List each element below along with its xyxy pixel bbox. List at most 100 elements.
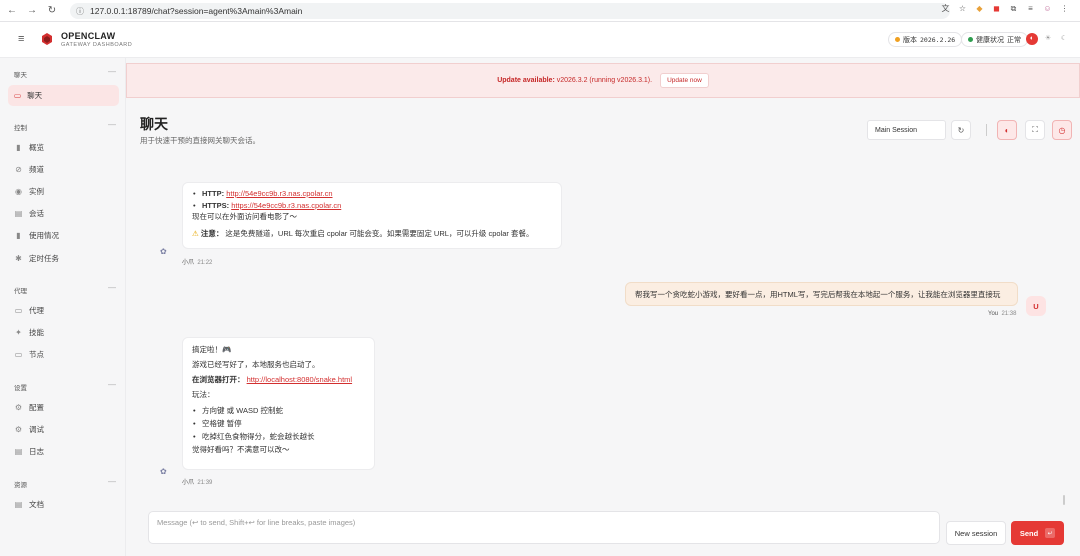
sidebar-item-cron[interactable]: ✱ 定时任务 [14,251,59,265]
translate-icon[interactable]: 文 [940,3,951,14]
address-bar[interactable]: ⓘ 127.0.0.1:18789/chat?session=agent%3Am… [70,3,950,19]
log-file-icon: ▤ [14,446,23,456]
monitor-icon: ▭ [14,349,23,359]
game-link[interactable]: http://localhost:8080/snake.html [247,375,352,384]
send-button[interactable]: Send ↵ [1011,521,1064,545]
health-label: 健康状况 [976,36,1004,44]
sidebar-item-usage[interactable]: ▮ 使用情况 [14,228,59,242]
sidebar-item-label: 调试 [29,424,44,434]
sidebar-item-overview[interactable]: ▮ 概览 [14,140,44,154]
focus-mode-button[interactable]: ⛶ [1025,120,1045,140]
system-theme-icon[interactable]: ◐ [1026,33,1038,45]
link-icon: ⊘ [15,164,22,174]
radio-signal-icon: ◉ [15,186,22,196]
version-dot-icon [895,37,900,42]
list-item: HTTP: http://54e9cc9b.r3.nas.cpolar.cn [192,188,552,200]
message-input[interactable]: Message (↩ to send, Shift+↩ for line bre… [148,511,940,544]
sidebar-section-settings: 设置 [14,385,27,392]
openclaw-logo-icon [42,33,52,45]
send-label: Send [1019,528,1039,538]
collapse-control-icon[interactable]: — [108,120,116,129]
extension-orange-icon[interactable]: ◆ [974,3,985,14]
refresh-icon: ↻ [957,125,965,135]
sidebar-item-label: 定时任务 [29,253,59,263]
brain-icon: ◐ [1004,125,1010,135]
bookmark-star-icon[interactable]: ☆ [957,3,968,14]
version-label: 版本 [903,36,917,44]
message-line: 搞定啦！🎮 [192,345,232,354]
focus-frame-icon: ⛶ [1032,125,1038,134]
sidebar-item-docs[interactable]: ▤ 文档 [14,497,44,511]
site-info-icon[interactable]: ⓘ [76,6,84,17]
sidebar-item-sessions[interactable]: ▤ 会话 [14,206,44,220]
app-header: ≡ OPENCLAW GATEWAY DASHBOARD 版本 2026.2.2… [0,22,1080,58]
history-button[interactable]: ◷ [1052,120,1072,140]
message-line: 游戏已经写好了，本地服务也启动了。 [192,360,320,370]
sidebar-item-channels[interactable]: ⊘ 频道 [14,162,44,176]
brand-title: OPENCLAW [61,31,116,41]
dark-theme-icon[interactable]: ☾ [1058,33,1070,45]
url-text: 127.0.0.1:18789/chat?session=agent%3Amai… [90,6,303,16]
forward-arrow-icon[interactable]: → [24,3,40,19]
sidebar-section-control: 控制 [14,125,27,132]
sidebar-item-label: 频道 [29,164,44,174]
list-item: 吃掉红色食物得分，蛇会越长越长 [192,430,365,443]
browser-menu-icon[interactable]: ⋮ [1059,3,1070,14]
usage-chart-icon: ▮ [16,230,21,240]
sidebar-item-label: 概览 [29,142,44,152]
reload-icon[interactable]: ↻ [44,3,60,19]
sidebar-section-chat: 聊天 [14,72,27,79]
message-meta: 小爪 21:39 [182,480,213,486]
back-arrow-icon[interactable]: ← [4,3,20,19]
extensions-icon[interactable]: ⧉ [1008,3,1019,14]
hamburger-menu-icon[interactable]: ≡ [18,34,28,45]
profile-avatar-icon[interactable]: ☺ [1042,3,1053,14]
http-link[interactable]: http://54e9cc9b.r3.nas.cpolar.cn [226,189,332,198]
sidebar-item-label: 使用情况 [29,230,59,240]
light-theme-icon[interactable]: ☀ [1042,33,1054,45]
assistant-message: HTTP: http://54e9cc9b.r3.nas.cpolar.cn H… [182,182,562,249]
toolbar-divider [986,124,987,136]
collapse-chat-icon[interactable]: — [108,67,116,76]
sidebar-item-nodes[interactable]: ▭ 节点 [14,347,44,361]
chat-bubble-icon: ▭ [14,91,22,100]
sidebar-section-agents: 代理 [14,288,27,295]
document-icon: ▤ [14,208,23,218]
loader-icon: ✱ [15,253,22,263]
sidebar-item-config[interactable]: ⚙ 配置 [14,400,44,414]
collapse-resources-icon[interactable]: — [108,477,116,486]
sidebar-item-instances[interactable]: ◉ 实例 [14,184,44,198]
new-session-button[interactable]: New session [946,521,1006,545]
page-title: 聊天 [140,116,168,132]
sidebar-item-label: 会话 [29,208,44,218]
sidebar-item-debug[interactable]: ⚙ 调试 [14,422,44,436]
sidebar-section-resources: 资源 [14,482,27,489]
update-now-button[interactable]: Update now [660,73,709,88]
refresh-button[interactable]: ↻ [951,120,971,140]
sidebar-item-logs[interactable]: ▤ 日志 [14,444,44,458]
extension-red-icon[interactable]: ◼ [991,3,1002,14]
controls-list: 方向键 或 WASD 控制蛇 空格键 暂停 吃掉红色食物得分，蛇会越长越长 [192,404,365,444]
thinking-toggle-button[interactable]: ◐ [997,120,1017,140]
collapse-agents-icon[interactable]: — [108,283,116,292]
sidebar-item-label: 代理 [29,305,44,315]
list-item: 方向键 或 WASD 控制蛇 [192,404,365,417]
health-pill: 健康状况 正常 [961,32,1028,47]
bug-gear-icon: ⚙ [14,424,23,434]
sidebar-item-chat[interactable]: ▭ 聊天 [8,85,119,106]
user-message-text: 帮我写一个贪吃蛇小游戏，要好看一点，用HTML写，写完后帮我在本地起一个服务，让… [635,289,1001,299]
reading-list-icon[interactable]: ≡ [1025,3,1036,14]
sidebar-item-skills[interactable]: ✦ 技能 [14,325,44,339]
warning-icon: ⚠ [192,228,199,238]
list-item: HTTPS: https://54e9cc9b.r3.nas.cpolar.cn [192,200,552,212]
health-dot-icon [968,37,973,42]
lightning-icon: ✦ [15,327,22,337]
update-message: Update available: v2026.3.2 (running v20… [497,77,653,84]
brand-subtitle: GATEWAY DASHBOARD [61,42,133,48]
chat-scrollbar[interactable] [1063,495,1065,505]
message-meta: 小爪 21:22 [182,260,213,266]
sidebar-item-agents[interactable]: ▭ 代理 [14,303,44,317]
collapse-settings-icon[interactable]: — [108,380,116,389]
session-select[interactable]: Main Session [867,120,946,140]
https-link[interactable]: https://54e9cc9b.r3.nas.cpolar.cn [231,201,341,210]
